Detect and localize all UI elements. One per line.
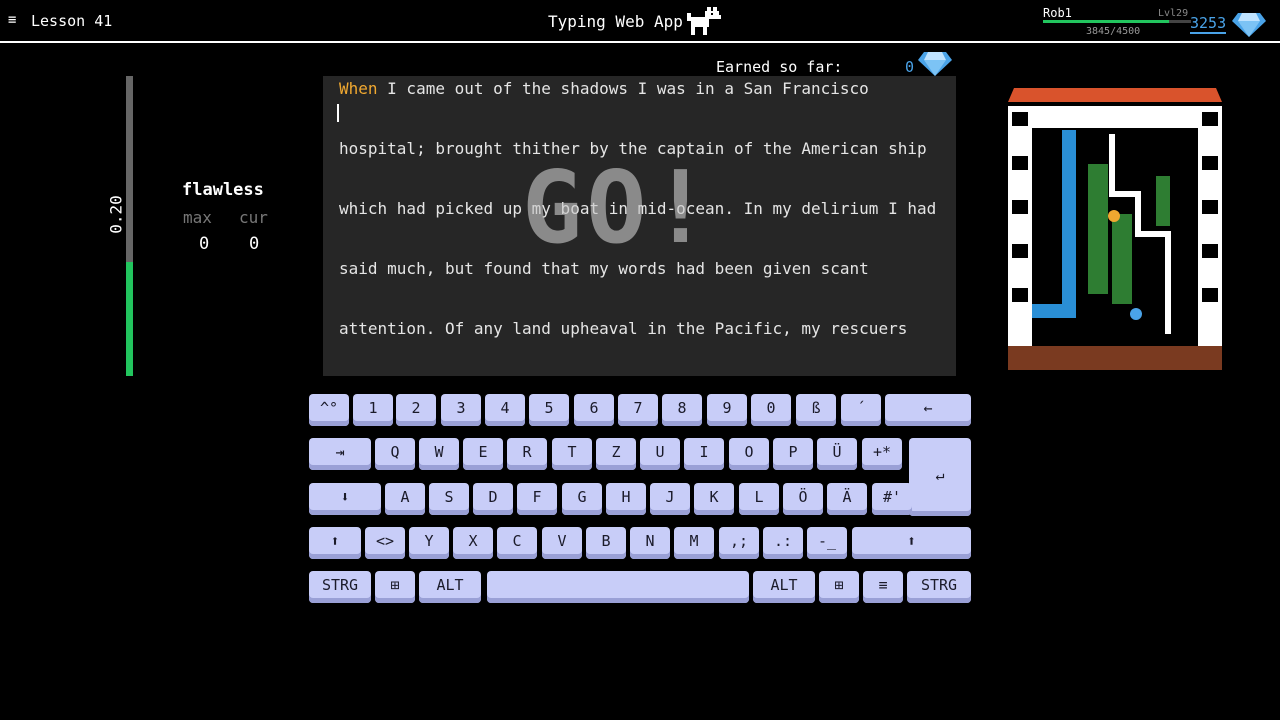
- key-row2-4[interactable]: R: [507, 438, 547, 470]
- xp-text: 3845/4500: [1086, 26, 1141, 37]
- key-row1-2[interactable]: 2: [396, 394, 436, 426]
- key-row3-2[interactable]: S: [429, 483, 469, 515]
- space-key[interactable]: [487, 571, 749, 603]
- key-row3-0[interactable]: ⬇: [309, 483, 381, 515]
- key-row2-12[interactable]: +*: [862, 438, 902, 470]
- key-row3-10[interactable]: Ö: [783, 483, 823, 515]
- key-row4-12[interactable]: ⬆: [852, 527, 971, 559]
- key-row3-9[interactable]: L: [739, 483, 779, 515]
- gem-icon: [918, 52, 952, 76]
- text-cursor: [337, 104, 339, 122]
- gem-icon: [1232, 13, 1266, 37]
- user-level: Lvl29: [1158, 8, 1189, 19]
- key-row2-6[interactable]: Z: [596, 438, 636, 470]
- key-row3-12[interactable]: #': [872, 483, 912, 515]
- key-row1-12[interactable]: ´: [841, 394, 881, 426]
- xp-bar-fill: [1043, 20, 1170, 23]
- key-row1-1[interactable]: 1: [353, 394, 393, 426]
- speed-value: 0.20: [106, 195, 126, 234]
- max-label: max: [183, 208, 212, 227]
- key-row3-8[interactable]: K: [694, 483, 734, 515]
- key-row4-5[interactable]: V: [542, 527, 582, 559]
- key-row2-10[interactable]: P: [773, 438, 813, 470]
- app-title: Typing Web App: [548, 12, 683, 31]
- key-row1-10[interactable]: 0: [751, 394, 791, 426]
- game-map: [1008, 84, 1222, 370]
- gem-count: 3253: [1190, 14, 1227, 34]
- key-row4-1[interactable]: <>: [365, 527, 405, 559]
- dog-logo-icon: [687, 7, 721, 35]
- key-row3-6[interactable]: H: [606, 483, 646, 515]
- key-row1-9[interactable]: 9: [707, 394, 747, 426]
- key-row3-11[interactable]: Ä: [827, 483, 867, 515]
- key-row3-1[interactable]: A: [385, 483, 425, 515]
- key-row4-4[interactable]: C: [497, 527, 537, 559]
- text-line: When I came out of the shadows I was in …: [339, 79, 869, 98]
- key-row2-9[interactable]: O: [729, 438, 769, 470]
- key-row4-9[interactable]: ,;: [719, 527, 759, 559]
- text-line-rest: I came out of the shadows I was in a San…: [377, 79, 869, 98]
- top-bar: ≡ Lesson 41 Typing Web App Rob1 Lvl29 38…: [0, 0, 1280, 43]
- text-line: attention. Of any land upheaval in the P…: [339, 319, 908, 338]
- key-row5-2[interactable]: ALT: [419, 571, 481, 603]
- current-word: When: [339, 79, 378, 98]
- key-row2-11[interactable]: Ü: [817, 438, 857, 470]
- typing-text-panel[interactable]: When I came out of the shadows I was in …: [323, 76, 956, 376]
- key-row5-6[interactable]: ≡: [863, 571, 903, 603]
- key-row2-1[interactable]: Q: [375, 438, 415, 470]
- key-row1-0[interactable]: ^°: [309, 394, 349, 426]
- user-name: Rob1: [1043, 6, 1072, 20]
- key-row1-5[interactable]: 5: [529, 394, 569, 426]
- xp-bar: [1043, 20, 1191, 23]
- key-row2-2[interactable]: W: [419, 438, 459, 470]
- menu-icon[interactable]: ≡: [8, 12, 16, 28]
- key-row3-5[interactable]: G: [562, 483, 602, 515]
- key-row2-7[interactable]: U: [640, 438, 680, 470]
- key-row4-3[interactable]: X: [453, 527, 493, 559]
- cur-value: 0: [249, 234, 260, 254]
- key-row5-4[interactable]: ALT: [753, 571, 815, 603]
- key-row5-5[interactable]: ⊞: [819, 571, 859, 603]
- key-row5-0[interactable]: STRG: [309, 571, 371, 603]
- key-row2-5[interactable]: T: [552, 438, 592, 470]
- key-row1-6[interactable]: 6: [574, 394, 614, 426]
- key-row4-7[interactable]: N: [630, 527, 670, 559]
- cur-label: cur: [239, 208, 268, 227]
- key-row2-0[interactable]: ⇥: [309, 438, 371, 470]
- key-row3-4[interactable]: F: [517, 483, 557, 515]
- earned-value: 0: [905, 58, 915, 76]
- key-row4-11[interactable]: -_: [807, 527, 847, 559]
- lesson-title: Lesson 41: [31, 12, 113, 30]
- key-row4-8[interactable]: M: [674, 527, 714, 559]
- key-row2-8[interactable]: I: [684, 438, 724, 470]
- max-value: 0: [199, 234, 210, 254]
- go-overlay: GO!: [522, 149, 715, 266]
- key-row3-3[interactable]: D: [473, 483, 513, 515]
- key-row5-7[interactable]: STRG: [907, 571, 971, 603]
- key-row4-0[interactable]: ⬆: [309, 527, 361, 559]
- key-row3-7[interactable]: J: [650, 483, 690, 515]
- key-row1-7[interactable]: 7: [618, 394, 658, 426]
- key-row4-2[interactable]: Y: [409, 527, 449, 559]
- key-row4-10[interactable]: .:: [763, 527, 803, 559]
- speed-meter: [126, 76, 133, 376]
- key-row1-13[interactable]: ←: [885, 394, 971, 426]
- key-row1-8[interactable]: 8: [662, 394, 702, 426]
- key-row1-4[interactable]: 4: [485, 394, 525, 426]
- key-row1-11[interactable]: ß: [796, 394, 836, 426]
- key-row2-13[interactable]: ↵: [909, 438, 971, 516]
- key-row4-6[interactable]: B: [586, 527, 626, 559]
- key-row2-3[interactable]: E: [463, 438, 503, 470]
- speed-meter-fill: [126, 262, 133, 376]
- flawless-label: flawless: [182, 180, 264, 200]
- key-row1-3[interactable]: 3: [441, 394, 481, 426]
- earned-label: Earned so far:: [716, 58, 843, 76]
- key-row5-1[interactable]: ⊞: [375, 571, 415, 603]
